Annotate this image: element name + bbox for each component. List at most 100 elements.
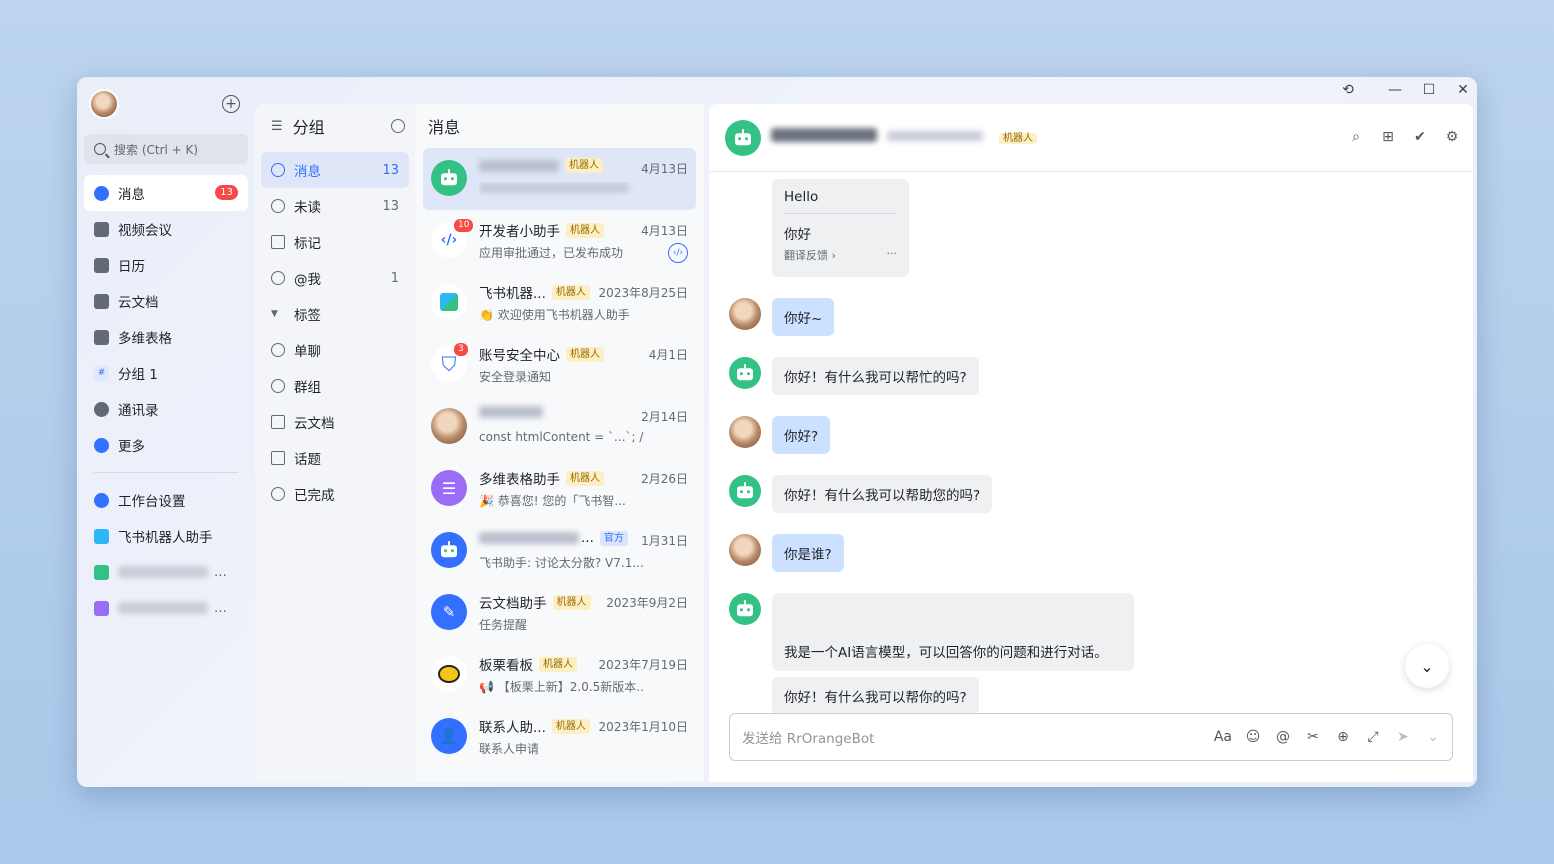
bot-avatar [431, 160, 467, 196]
more-apps-icon [94, 437, 109, 453]
add-tab-icon[interactable]: ⊞ [1379, 128, 1397, 146]
conversation-date: 1月31日 [641, 534, 688, 548]
robot-icon [735, 129, 751, 146]
sidebar-item-app-purple[interactable]: ... [84, 590, 248, 626]
search-icon[interactable]: ⌕ [1347, 128, 1365, 146]
sidebar-item-more[interactable]: 更多 [84, 427, 248, 463]
sidebar-item-docs[interactable]: 云文档 [84, 283, 248, 319]
group-item-unread[interactable]: 未读 13 [261, 188, 409, 224]
official-tag: 官方 [599, 530, 628, 546]
group-item-topics[interactable]: 话题 [261, 440, 409, 476]
translation-feedback-link[interactable]: 翻译反馈 › [784, 247, 836, 263]
group-item-mentions[interactable]: @我 1 [261, 260, 409, 296]
bot-tag: 机器人 [566, 346, 604, 362]
conversation-item[interactable]: ... 官方 1月31日 飞书助手: 讨论太分散? V7.1... [423, 520, 696, 582]
screenshot-icon[interactable]: ✂ [1304, 727, 1322, 747]
conversation-name: 开发者小助手 [479, 224, 560, 240]
sidebar-item-workbench-settings[interactable]: 工作台设置 [84, 482, 248, 518]
avatar [431, 408, 467, 444]
more-icon[interactable]: ··· [887, 247, 898, 263]
conversation-item[interactable]: 2月14日 const htmlContent = `...`; /... [423, 396, 696, 458]
sidebar-item-ellipsis: ... [214, 600, 227, 616]
conversation-item[interactable]: 飞书机器... 机器人 2023年8月25日 👏 欢迎使用飞书机器人助手 [423, 272, 696, 334]
sidebar-item-label: 通讯录 [118, 403, 159, 419]
conversation-item[interactable]: ‹/› 10 开发者小助手 机器人 4月13日 应用审批通过，已发布成功 ‹/› [423, 210, 696, 272]
app-window: ⟲ — ☐ ✕ + 搜索 (Ctrl + K) 消息 13 视频会议 日历 云文… [77, 77, 1477, 787]
conversation-item[interactable]: 机器人 4月13日 [423, 148, 696, 210]
bot-avatar[interactable] [725, 120, 761, 156]
send-icon[interactable]: ➤ [1394, 727, 1412, 747]
conversation-name [479, 532, 579, 544]
message-input[interactable]: 发送给 RrOrangeBot Aa ☺ @ ✂ ⊕ ⤢ ➤ ⌄ [729, 713, 1453, 761]
conversation-date: 4月13日 [641, 224, 688, 238]
bot-avatar[interactable] [729, 357, 761, 389]
plus-circle-icon[interactable]: ⊕ [1334, 727, 1352, 747]
history-icon[interactable]: ⟲ [1339, 81, 1357, 99]
add-icon[interactable]: + [222, 95, 240, 113]
gear-icon[interactable]: ⚙ [1443, 128, 1461, 146]
group-item-label: @我 [294, 272, 321, 288]
sidebar-item-label: 多维表格 [118, 331, 172, 347]
check-icon[interactable]: ✔ [1411, 128, 1429, 146]
sidebar-item-video-meeting[interactable]: 视频会议 [84, 211, 248, 247]
group-item-label: 标签 [294, 308, 321, 324]
code-icon: ‹/› [668, 243, 688, 263]
bot-avatar[interactable] [729, 593, 761, 625]
conversation-item[interactable]: ✎ 云文档助手 机器人 2023年9月2日 任务提醒 [423, 582, 696, 644]
group-item-docs[interactable]: 云文档 [261, 404, 409, 440]
gear-icon[interactable] [391, 119, 405, 133]
conversation-preview: 联系人申请 [479, 742, 540, 756]
emoji-icon[interactable]: ☺ [1244, 727, 1262, 747]
avatar[interactable] [89, 89, 119, 119]
bot-avatar[interactable] [729, 475, 761, 507]
chevron-down-icon[interactable]: ⌄ [1424, 727, 1442, 747]
group-item-messages[interactable]: 消息 13 [261, 152, 409, 188]
message-bubble: 你好！有什么我可以帮忙的吗? [772, 357, 979, 395]
font-format-icon[interactable]: Aa [1214, 727, 1232, 747]
avatar[interactable] [729, 534, 761, 566]
conversation-date: 4月1日 [648, 348, 688, 362]
conversation-item[interactable]: 👤 联系人助... 机器人 2023年1月10日 联系人申请 [423, 706, 696, 768]
group-item-done[interactable]: 已完成 [261, 476, 409, 512]
sidebar-item-label: 分组 1 [118, 367, 158, 383]
mention-icon[interactable]: @ [1274, 727, 1292, 747]
chat-subtitle [887, 131, 983, 141]
conversation-name: 云文档助手 [479, 596, 547, 612]
group-item-groups[interactable]: 群组 [261, 368, 409, 404]
group-item-labels[interactable]: ▼ 标签 [261, 296, 409, 332]
at-icon [271, 271, 285, 285]
chat-bubble-icon [94, 185, 109, 201]
scroll-to-bottom-button[interactable]: ⌄ [1405, 644, 1449, 688]
group-item-label: 未读 [294, 200, 321, 216]
maximize-icon[interactable]: ☐ [1420, 81, 1438, 99]
app-green-icon [94, 564, 109, 580]
conversation-date: 2023年9月2日 [606, 596, 688, 610]
menu-icon[interactable]: ☰ [271, 119, 283, 134]
conversation-item[interactable]: ☰ 多维表格助手 机器人 2月26日 🎉 恭喜您! 您的「飞书智... [423, 458, 696, 520]
bot-tag: 机器人 [999, 133, 1037, 144]
group-item-direct[interactable]: 单聊 [261, 332, 409, 368]
sidebar-item-calendar[interactable]: 日历 [84, 247, 248, 283]
sidebar-item-base[interactable]: 多维表格 [84, 319, 248, 355]
search-input[interactable]: 搜索 (Ctrl + K) [84, 134, 248, 164]
grid-icon: # [94, 365, 109, 381]
sidebar-item-label: 更多 [118, 439, 145, 455]
sidebar-item-contacts[interactable]: 通讯录 [84, 391, 248, 427]
bot-tag: 机器人 [539, 656, 577, 672]
minimize-icon[interactable]: — [1386, 81, 1404, 99]
conversation-date: 2月14日 [641, 410, 688, 424]
close-icon[interactable]: ✕ [1454, 81, 1472, 99]
avatar[interactable] [729, 416, 761, 448]
conversation-name: 板栗看板 [479, 658, 533, 674]
sidebar-item-bot-assistant[interactable]: 飞书机器人助手 [84, 518, 248, 554]
sidebar-item-app-green[interactable]: ... [84, 554, 248, 590]
conversation-item[interactable]: 板栗看板 机器人 2023年7月19日 📢 【板栗上新】2.0.5新版本... [423, 644, 696, 706]
conversation-name: 账号安全中心 [479, 348, 560, 364]
sidebar-item-messages[interactable]: 消息 13 [84, 175, 248, 211]
group-item-label: 消息 [294, 164, 321, 180]
conversation-item[interactable]: ⛉ 3 账号安全中心 机器人 4月1日 安全登录通知 [423, 334, 696, 396]
avatar[interactable] [729, 298, 761, 330]
sidebar-item-group-1[interactable]: # 分组 1 [84, 355, 248, 391]
group-item-flagged[interactable]: 标记 [261, 224, 409, 260]
expand-icon[interactable]: ⤢ [1364, 727, 1382, 747]
